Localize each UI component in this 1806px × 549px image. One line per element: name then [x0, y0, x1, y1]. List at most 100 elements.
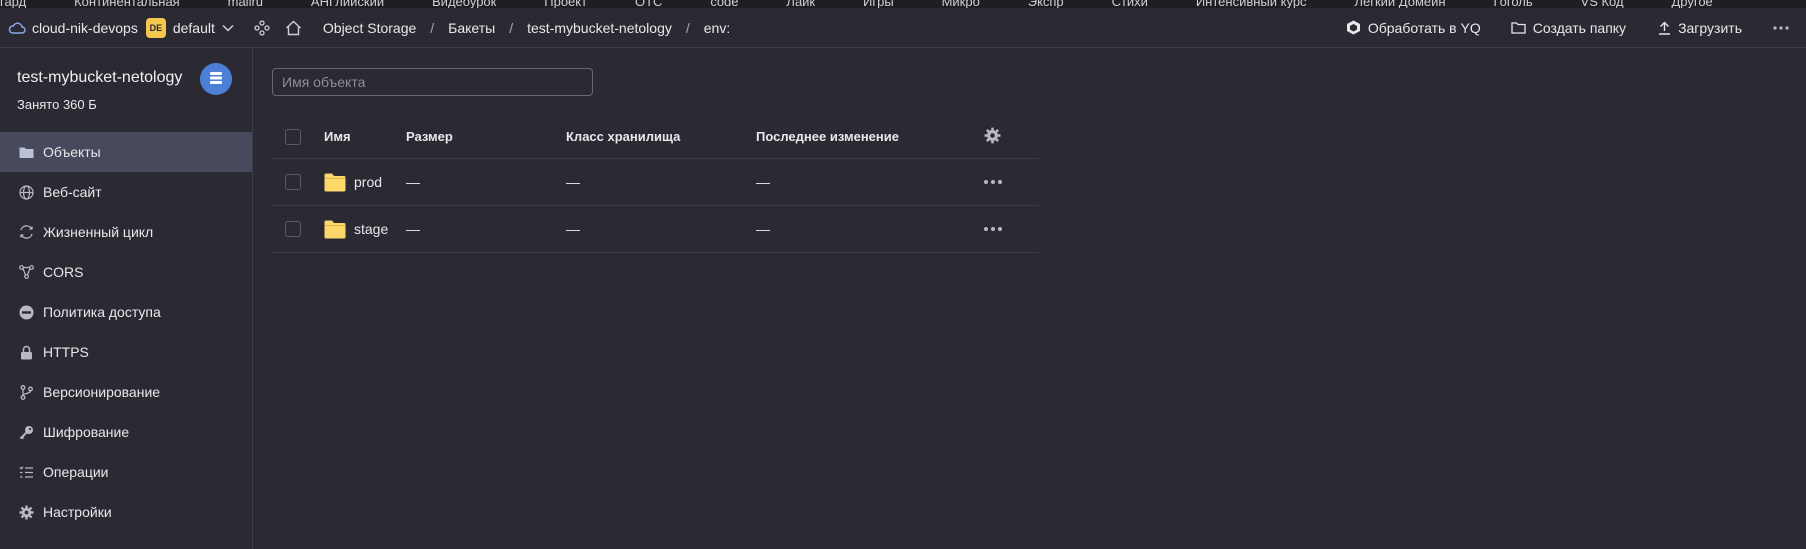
select-all-checkbox[interactable] — [285, 128, 301, 145]
globe-icon — [17, 183, 35, 201]
home-icon[interactable] — [285, 19, 303, 37]
bucket-avatar — [200, 63, 232, 95]
breadcrumb-bucket[interactable]: test-mybucket-netology — [527, 20, 672, 36]
sidebar-item-lifecycle[interactable]: Жизненный цикл — [0, 212, 252, 252]
bucket-header: test-mybucket-netology Занято 360 Б — [0, 48, 252, 132]
main-content: Имя Размер Класс хранилища Последнее изм… — [254, 48, 1806, 549]
object-class: — — [566, 174, 580, 190]
process-in-yq-button[interactable]: Обработать в YQ — [1346, 20, 1481, 36]
breadcrumb-separator: / — [509, 19, 514, 36]
breadcrumb-object-storage[interactable]: Object Storage — [323, 20, 416, 36]
bookmark[interactable]: Видеоурок — [432, 0, 496, 8]
bookmark[interactable]: гард — [0, 0, 26, 8]
bucket-usage: Занято 360 Б — [17, 97, 97, 112]
object-name[interactable]: stage — [354, 221, 388, 237]
folder-selector[interactable]: default — [173, 20, 215, 36]
list-icon — [17, 463, 35, 481]
bookmark[interactable]: Гоголь — [1493, 0, 1532, 8]
sidebar-item-access-policy[interactable]: Политика доступа — [0, 292, 252, 332]
bookmark[interactable]: Другое — [1671, 0, 1712, 8]
sidebar-nav: Объекты Веб-сайт Жизненный цикл CORS Пол… — [0, 132, 252, 532]
bookmark[interactable]: Игры — [863, 0, 894, 8]
sidebar-item-https[interactable]: HTTPS — [0, 332, 252, 372]
bookmark[interactable]: Интенсивный курс — [1196, 0, 1307, 8]
folder-plus-icon — [1511, 20, 1527, 36]
row-checkbox[interactable] — [285, 221, 301, 237]
column-header-class[interactable]: Класс хранилища — [566, 115, 680, 158]
sidebar-item-versioning[interactable]: Версионирование — [0, 372, 252, 412]
column-header-size[interactable]: Размер — [406, 115, 453, 158]
bookmark[interactable]: mailru — [228, 0, 263, 8]
bookmarks-bar: гард Континентальная mailru АНГлийский В… — [0, 0, 1806, 8]
sidebar-item-label: Жизненный цикл — [43, 224, 154, 240]
object-modified: — — [756, 174, 770, 190]
upload-label: Загрузить — [1678, 19, 1742, 36]
folder-badge: DE — [145, 17, 166, 38]
breadcrumb-separator: / — [685, 19, 690, 36]
sidebar: test-mybucket-netology Занято 360 Б Объе… — [0, 48, 253, 549]
row-actions-icon[interactable] — [984, 226, 1002, 232]
bookmark[interactable]: АНГлийский — [311, 0, 384, 8]
bucket-storage-icon — [209, 71, 223, 88]
row-checkbox[interactable] — [285, 174, 301, 190]
upload-button[interactable]: Загрузить — [1656, 20, 1742, 36]
folder-icon — [324, 172, 346, 192]
sidebar-item-objects[interactable]: Объекты — [0, 132, 252, 172]
sidebar-item-cors[interactable]: CORS — [0, 252, 252, 292]
sidebar-item-label: Объекты — [43, 144, 101, 160]
cors-icon — [17, 263, 35, 281]
create-folder-button[interactable]: Создать папку — [1511, 20, 1626, 36]
object-size: — — [406, 174, 420, 190]
more-options-icon[interactable] — [1772, 20, 1790, 36]
table-settings-gear-icon[interactable] — [984, 127, 1001, 147]
sidebar-item-label: Операции — [43, 464, 109, 480]
sidebar-item-label: CORS — [43, 264, 84, 280]
cycle-icon — [17, 223, 35, 241]
object-modified: — — [756, 221, 770, 237]
yq-hexagon-icon — [1346, 20, 1362, 36]
column-header-name[interactable]: Имя — [324, 115, 351, 158]
table-row[interactable]: stage — — — — [272, 206, 1039, 253]
gear-icon — [17, 503, 35, 521]
row-actions-icon[interactable] — [984, 179, 1002, 185]
bookmark[interactable]: Проект — [544, 0, 587, 8]
bookmark[interactable]: code — [710, 0, 738, 8]
object-size: — — [406, 221, 420, 237]
services-icon[interactable] — [253, 19, 271, 37]
objects-table: Имя Размер Класс хранилища Последнее изм… — [272, 115, 1039, 253]
sidebar-item-label: Шифрование — [43, 424, 130, 440]
object-name[interactable]: prod — [354, 174, 382, 190]
upload-icon — [1656, 20, 1672, 36]
object-class: — — [566, 221, 580, 237]
bookmark[interactable]: Континентальная — [74, 0, 180, 8]
chevron-down-icon[interactable] — [221, 21, 235, 35]
sidebar-item-encryption[interactable]: Шифрование — [0, 412, 252, 452]
bookmark[interactable]: Лайк — [786, 0, 815, 8]
bookmark[interactable]: Стихи — [1112, 0, 1148, 8]
table-row[interactable]: prod — — — — [272, 159, 1039, 206]
folder-icon — [324, 219, 346, 239]
table-header-row: Имя Размер Класс хранилища Последнее изм… — [272, 115, 1039, 159]
create-folder-label: Создать папку — [1532, 19, 1627, 36]
sidebar-item-website[interactable]: Веб-сайт — [0, 172, 252, 212]
bookmark[interactable]: OTC — [635, 0, 662, 8]
process-in-yq-label: Обработать в YQ — [1367, 19, 1481, 36]
sidebar-item-label: Версионирование — [43, 384, 161, 400]
search-input[interactable] — [272, 68, 593, 96]
sidebar-item-label: HTTPS — [43, 344, 89, 360]
sidebar-item-label: Настройки — [43, 504, 112, 520]
no-entry-icon — [17, 303, 35, 321]
column-header-modified[interactable]: Последнее изменение — [756, 115, 899, 158]
bookmark[interactable]: Лёгкий Домейн — [1354, 0, 1445, 8]
sidebar-item-settings[interactable]: Настройки — [0, 492, 252, 532]
sidebar-item-operations[interactable]: Операции — [0, 452, 252, 492]
cloud-name[interactable]: cloud-nik-devops — [32, 20, 138, 36]
folder-icon — [17, 143, 35, 161]
bookmark[interactable]: Микро — [942, 0, 980, 8]
bookmark[interactable]: VS Код — [1581, 0, 1624, 8]
breadcrumb: Object Storage / Бакеты / test-mybucket-… — [323, 20, 730, 36]
lock-icon — [17, 343, 35, 361]
breadcrumb-buckets[interactable]: Бакеты — [448, 20, 495, 36]
bookmark[interactable]: Экспр — [1028, 0, 1064, 8]
breadcrumb-current-folder: env: — [703, 19, 731, 36]
